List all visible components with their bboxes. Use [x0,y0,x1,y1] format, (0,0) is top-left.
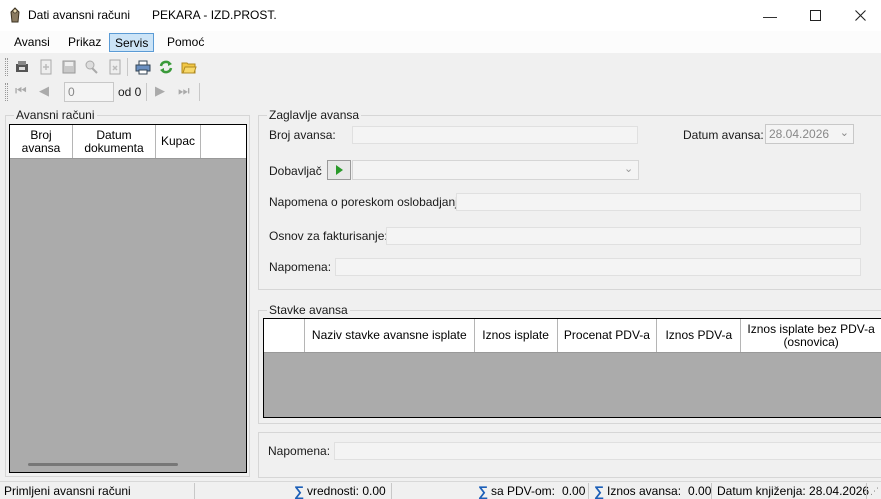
footer-napomena-label: Napomena: [268,444,331,458]
status-bar: Primljeni avansni računi ∑ vrednosti: 0.… [0,481,881,499]
status-separator [866,483,867,499]
status-iznos-avansa-label: Iznos avansa: [606,484,682,498]
folder-open-icon[interactable] [181,59,197,75]
toolbar-grip[interactable] [5,83,8,101]
column-iznos-isplate[interactable]: Iznos isplate [475,319,558,352]
status-vrednosti: ∑ vrednosti: 0.00 [294,484,386,498]
avansni-racuni-grid[interactable]: Broj avansa Datum dokumenta Kupac [9,124,247,473]
status-sa-pdv-label: sa PDV-om: [490,484,556,498]
new-record-icon[interactable] [14,59,30,75]
zaglavlje-avansa-title: Zaglavlje avansa [267,108,362,122]
napomena-label: Napomena: [269,260,332,274]
column-procenat-pdv[interactable]: Procenat PDV-a [558,319,658,352]
status-separator [588,483,589,499]
column-naziv-stavke[interactable]: Naziv stavke avansne isplate [305,319,475,352]
broj-avansa-label: Broj avansa: [269,128,336,142]
resize-grip-icon[interactable]: ⋰ [870,486,879,497]
broj-avansa-field[interactable] [352,126,638,144]
toolbar-separator [127,58,128,76]
search-icon[interactable] [83,59,99,75]
scrollbar-thumb[interactable] [28,463,178,466]
minimize-button[interactable]: ― [747,0,793,31]
record-navigator: ⏮ ◀ 0 od 0 ▶ ⏭ [0,80,881,104]
status-separator [711,483,712,499]
status-sa-pdv-value: 0.00 [562,484,586,498]
column-iznos-bez-pdv[interactable]: Iznos isplate bez PDV-a (osnovica) [741,319,881,352]
napomena-porez-field[interactable] [456,193,861,211]
add-icon[interactable] [38,59,54,75]
status-separator [391,483,392,499]
minimize-icon: ― [763,7,777,24]
maximize-button[interactable] [792,0,838,31]
status-sa-pdv: ∑ sa PDV-om: 0.00 [478,484,585,498]
horizontal-scrollbar[interactable] [10,458,246,472]
maximize-icon [809,10,821,21]
menu-avansi[interactable]: Avansi [9,33,55,52]
app-icon [10,7,20,23]
status-vrednosti-text: vrednosti: 0.00 [306,484,386,498]
sigma-icon: ∑ [478,483,488,499]
toolbar [0,55,881,79]
close-button[interactable] [837,0,881,31]
grid-header: Naziv stavke avansne isplate Iznos ispla… [264,319,881,353]
footer-napomena-field[interactable] [334,442,881,460]
sigma-icon: ∑ [294,483,304,499]
column-kupac[interactable]: Kupac [156,125,201,158]
record-position-input[interactable]: 0 [64,82,114,102]
dobavljac-combobox[interactable] [352,160,639,180]
row-header-column [264,319,305,352]
toolbar-separator [146,83,147,101]
status-iznos-avansa: ∑ Iznos avansa: 0.00 [594,484,711,498]
datum-avansa-value: 28.04.2026 [769,127,830,141]
grid-header: Broj avansa Datum dokumenta Kupac [10,125,246,159]
close-icon [854,10,866,21]
previous-record-icon[interactable]: ◀ [39,83,49,99]
first-record-icon[interactable]: ⏮ [15,83,27,99]
napomena-porez-label: Napomena o poreskom oslobadjanju: [269,195,468,209]
menu-prikaz[interactable]: Prikaz [63,33,106,52]
delete-icon[interactable] [107,59,123,75]
print-icon[interactable] [135,59,151,75]
refresh-icon[interactable] [158,59,174,75]
menu-servis[interactable]: Servis [109,33,155,52]
column-iznos-pdv[interactable]: Iznos PDV-a [657,319,742,352]
window-title: Dati avansni računi [28,8,131,22]
column-datum-dokumenta[interactable]: Datum dokumenta [73,125,156,158]
record-count-label: od 0 [118,85,142,99]
stavke-avansa-title: Stavke avansa [267,303,350,317]
title-bar: Dati avansni računi PEKARA - IZD.PROST. … [0,0,881,31]
toolbar-grip[interactable] [5,58,8,76]
window-subtitle: PEKARA - IZD.PROST. [152,8,277,22]
save-icon[interactable] [61,59,77,75]
menu-bar: Avansi Prikaz Servis Pomoć [0,31,881,53]
osnov-label: Osnov za fakturisanje: [269,229,388,243]
next-record-icon[interactable]: ▶ [155,83,165,99]
toolbar-separator [199,83,200,101]
napomena-field[interactable] [335,258,861,276]
dobavljac-label: Dobavljač [269,164,322,178]
dobavljac-lookup-button[interactable] [327,160,351,180]
chevron-down-icon[interactable]: ⌄ [840,126,849,139]
menu-pomoc[interactable]: Pomoć [162,33,209,52]
last-record-icon[interactable]: ⏭ [178,83,190,99]
column-broj-avansa[interactable]: Broj avansa [10,125,73,158]
status-iznos-avansa-value: 0.00 [688,484,712,498]
column-filler [201,125,246,158]
status-separator [194,483,195,499]
chevron-down-icon[interactable]: ⌄ [624,162,633,175]
datum-avansa-label: Datum avansa: [683,128,764,142]
status-datum-knjizenja: Datum knjiženja: 28.04.2026 [717,484,870,498]
stavke-avansa-grid[interactable]: Naziv stavke avansne isplate Iznos ispla… [263,318,881,418]
sigma-icon: ∑ [594,483,604,499]
datum-avansa-picker[interactable]: 28.04.2026 ⌄ [765,124,854,144]
avansni-racuni-title: Avansni računi [14,108,97,122]
status-left: Primljeni avansni računi [4,484,131,498]
play-icon [335,165,343,175]
osnov-field[interactable] [386,227,861,245]
